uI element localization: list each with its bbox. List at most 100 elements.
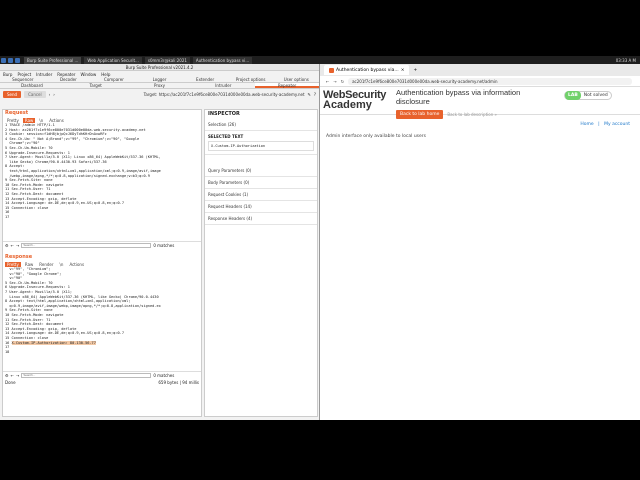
taskbar-tab-burp[interactable]: Burp Suite Professional ... xyxy=(24,56,82,64)
lab-title: Authentication bypass via information di… xyxy=(396,88,521,106)
menu-repeater[interactable]: Repeater xyxy=(57,72,75,77)
nav-my-account-link[interactable]: My account xyxy=(604,122,630,127)
tab-comparer[interactable]: Comparer xyxy=(91,77,137,82)
nav-back-icon[interactable]: ‹ xyxy=(49,92,51,97)
request-search-input[interactable] xyxy=(21,242,152,248)
response-line: 18 xyxy=(5,349,10,354)
tab-intruder[interactable]: Intruder xyxy=(191,83,255,88)
help-icon[interactable]: ? xyxy=(314,92,316,97)
edit-target-icon[interactable]: ✎ xyxy=(308,92,311,97)
next-icon[interactable]: → xyxy=(16,373,19,378)
selected-text-label: SELECTED TEXT xyxy=(208,134,244,139)
response-matches: 0 matches xyxy=(153,372,175,378)
tab-proxy[interactable]: Proxy xyxy=(128,83,192,88)
inspector-selection[interactable]: Selection (26) xyxy=(205,119,317,131)
nav-forward-icon[interactable]: › xyxy=(53,92,55,97)
menu-window[interactable]: Window xyxy=(80,72,96,77)
request-tab-actions[interactable]: Actions xyxy=(47,118,66,123)
nav-home-link[interactable]: Home xyxy=(580,122,593,127)
nav-separator: | xyxy=(598,122,600,127)
lab-status-widget: LAB Not solved xyxy=(564,91,612,100)
menu-help[interactable]: Help xyxy=(101,72,110,77)
tab-user-options[interactable]: User options xyxy=(273,77,319,82)
lab-description-link[interactable]: Back to lab description » xyxy=(447,112,497,117)
request-tab-raw[interactable]: Raw xyxy=(22,117,36,123)
back-to-lab-home-button[interactable]: Back to lab home xyxy=(396,110,444,119)
inspector-body-params[interactable]: Body Parameters (0) xyxy=(205,177,317,189)
status-left: Done xyxy=(5,380,16,385)
browser-tab-title: Authentication bypass via... xyxy=(336,67,399,73)
highlighted-line-number: 16 xyxy=(5,340,12,345)
repeater-controls: Send Cancel ‹ › Target: https://ac201f7c… xyxy=(0,89,319,99)
taskbar: Burp Suite Professional ... Web Applicat… xyxy=(0,56,640,64)
files-icon[interactable] xyxy=(8,57,13,63)
menu-intruder[interactable]: Intruder xyxy=(36,72,52,77)
back-icon[interactable]: ← xyxy=(326,79,329,84)
site-nav: Home | My account xyxy=(320,119,640,131)
response-tab-actions[interactable]: Actions xyxy=(67,262,86,267)
tab-sequencer[interactable]: Sequencer xyxy=(0,77,46,82)
tab-decoder[interactable]: Decoder xyxy=(46,77,92,82)
academy-logo[interactable]: WebSecurity Academy xyxy=(323,90,393,114)
settings-icon[interactable]: ⚙ xyxy=(5,243,9,248)
inspector-response-headers[interactable]: Response Headers (4) xyxy=(205,213,317,225)
next-icon[interactable]: → xyxy=(16,243,19,248)
response-body[interactable]: v="99", "Chromium"; v="90", "Google Chro… xyxy=(3,267,201,371)
request-matches: 0 matches xyxy=(153,242,175,248)
taskbar-tab-browser[interactable]: Web Application Securit... xyxy=(84,56,142,64)
inspector-request-cookies[interactable]: Request Cookies (1) xyxy=(205,189,317,201)
inspector-panel: INSPECTOR Selection (26) SELECTED TEXT X… xyxy=(204,109,318,417)
selected-text-block: SELECTED TEXT X-Custom-IP-Authorization xyxy=(205,131,317,155)
inspector-request-headers[interactable]: Request Headers (14) xyxy=(205,201,317,213)
close-icon[interactable]: × xyxy=(401,68,405,73)
prev-icon[interactable]: ← xyxy=(11,243,14,248)
response-title: Response xyxy=(5,254,33,260)
reload-icon[interactable]: ↻ xyxy=(341,79,344,84)
lab-info: Authentication bypass via information di… xyxy=(396,88,556,119)
status-right: 659 bytes | 94 millis xyxy=(158,380,199,385)
terminal-icon[interactable] xyxy=(15,57,20,63)
tab-logger[interactable]: Logger xyxy=(137,77,183,82)
tab-target[interactable]: Target xyxy=(64,83,128,88)
request-line: 17 xyxy=(5,214,10,219)
request-search-row: ⚙ ← → 0 matches xyxy=(3,241,201,248)
custom-ip-header: X-Custom-IP-Authorization: 80.130.56.77 xyxy=(11,340,96,345)
taskbar-tab-terminal[interactable]: s0mm3r@kali:2021 xyxy=(144,56,190,64)
request-tab-newline[interactable]: \n xyxy=(37,118,45,123)
request-response-editor: Request Pretty Raw \n Actions 1 TRACE /a… xyxy=(2,109,202,417)
response-tab-render[interactable]: Render xyxy=(37,262,55,267)
settings-icon[interactable]: ⚙ xyxy=(5,373,9,378)
response-tab-pretty[interactable]: Pretty xyxy=(5,261,21,267)
tab-project-options[interactable]: Project options xyxy=(228,77,274,82)
cancel-button[interactable]: Cancel xyxy=(24,90,46,98)
request-tab-pretty[interactable]: Pretty xyxy=(5,118,21,123)
response-tab-raw[interactable]: Raw xyxy=(23,262,35,267)
browser-urlbar: ← → ↻ ac201f7c1e9f6ce800e7031d000e00da.w… xyxy=(320,76,640,87)
url-input[interactable]: ac201f7c1e9f6ce800e7031d000e00da.web-sec… xyxy=(348,77,632,85)
browser-window: Authentication bypass via... × + ← → ↻ a… xyxy=(320,64,640,420)
status-bar: Done 659 bytes | 94 millis xyxy=(3,378,201,387)
new-tab-icon[interactable]: + xyxy=(413,68,417,73)
menu-burp[interactable]: Burp xyxy=(3,72,12,77)
burp-window: Burp Suite Professional v2021.4.2 Burp P… xyxy=(0,64,320,420)
inspector-query-params[interactable]: Query Parameters (0) xyxy=(205,165,317,177)
browser-tab[interactable]: Authentication bypass via... × xyxy=(324,65,410,75)
tab-dashboard[interactable]: Dashboard xyxy=(0,83,64,88)
taskbar-tab-lab[interactable]: Authentication bypass vi... xyxy=(192,56,253,64)
tab-extender[interactable]: Extender xyxy=(182,77,228,82)
menu-project[interactable]: Project xyxy=(17,72,31,77)
tab-repeater[interactable]: Repeater xyxy=(255,83,319,88)
response-search-input[interactable] xyxy=(21,372,152,378)
request-body[interactable]: 1 TRACE /admin HTTP/1.1 2 Host: ac201f7c1… xyxy=(3,123,201,241)
lab-status: Not solved xyxy=(583,93,608,98)
kali-menu-icon[interactable] xyxy=(1,57,6,63)
forward-icon[interactable]: → xyxy=(333,79,336,84)
burp-title: Burp Suite Professional v2021.4.2 xyxy=(0,64,319,71)
send-button[interactable]: Send xyxy=(3,90,22,98)
lab-badge: LAB xyxy=(565,91,581,100)
clock: 03:33 A M xyxy=(615,57,636,63)
response-tab-newline[interactable]: \n xyxy=(58,262,66,267)
selected-text-value[interactable]: X-Custom-IP-Authorization xyxy=(208,141,314,151)
request-title: Request xyxy=(5,110,29,116)
prev-icon[interactable]: ← xyxy=(11,373,14,378)
